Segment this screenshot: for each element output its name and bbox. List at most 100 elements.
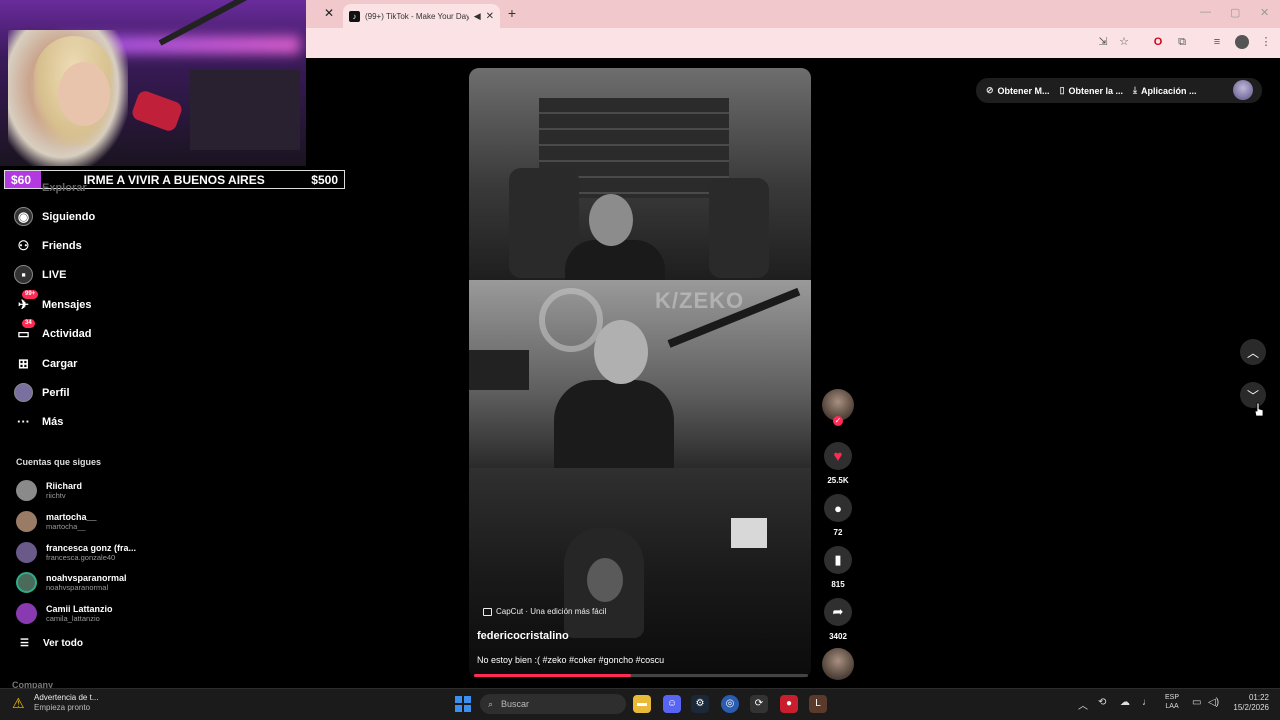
tray-sync-icon[interactable]: ⟲: [1098, 697, 1106, 708]
sidebar-item-cargar[interactable]: ⊞ Cargar: [14, 354, 77, 373]
app-icon[interactable]: ⟳: [750, 695, 768, 713]
comment-button[interactable]: ●: [824, 494, 852, 522]
get-app-button[interactable]: ▯ Obtener la ...: [1060, 85, 1123, 96]
sidebar-item-siguiendo[interactable]: ◉ Siguiendo: [14, 207, 95, 226]
followed-account[interactable]: noahvsparanormal noahvsparanormal: [16, 572, 127, 593]
account-handle: riichtv: [46, 491, 66, 500]
language-indicator[interactable]: ESP LAA: [1165, 693, 1179, 711]
extensions-icon[interactable]: ⧉: [1175, 35, 1189, 49]
top-right-actions: ⊘ Obtener M... ▯ Obtener la ... ⤓ Aplicació…: [976, 78, 1262, 103]
media-icon[interactable]: ≡: [1210, 35, 1224, 49]
followed-account[interactable]: Riichard riichtv: [16, 480, 82, 501]
taskbar-search[interactable]: ⌕ Buscar: [480, 694, 626, 714]
person-body: [554, 380, 674, 468]
avatar: [16, 542, 37, 563]
minimize-icon[interactable]: —: [1200, 6, 1211, 18]
activity-badge: 34: [22, 319, 35, 328]
recorder-icon[interactable]: ●: [780, 695, 798, 713]
logo-watermark: [539, 288, 603, 352]
sidebar-item-explorar[interactable]: Explorar: [42, 182, 87, 194]
bookmark-icon: ▮: [834, 552, 842, 567]
account-name: noahvsparanormal: [46, 573, 127, 583]
speaker-icon[interactable]: ◀: [474, 11, 481, 22]
tray-mic-icon[interactable]: ♩: [1142, 697, 1152, 708]
like-button[interactable]: ♥: [824, 442, 852, 470]
person-head: [589, 194, 633, 246]
followed-account[interactable]: francesca gonz (fra... francesca.gonzale4…: [16, 542, 136, 563]
weather-alert-widget[interactable]: ⚠ Advertencia de t... Empieza pronto: [12, 693, 98, 713]
person-face: [587, 558, 623, 602]
followed-account[interactable]: martocha__ martocha__: [16, 511, 97, 532]
person-head: [594, 320, 648, 384]
tab-close-icon[interactable]: ✕: [486, 11, 494, 22]
upload-icon: ⊞: [18, 355, 29, 371]
followed-account[interactable]: Camii Lattanzio camila_lattanzio: [16, 603, 113, 624]
account-handle: martocha__: [46, 522, 86, 531]
tray-volume-icon[interactable]: ◁): [1208, 697, 1219, 708]
microphone: [130, 89, 184, 133]
video-panel-top: [469, 68, 811, 280]
discord-icon[interactable]: ☺: [663, 695, 681, 713]
tray-chevron-icon[interactable]: ︿: [1078, 697, 1088, 712]
hand-cursor-icon: [1254, 402, 1264, 417]
alert-title: Advertencia de t...: [34, 693, 99, 702]
taskbar-clock[interactable]: 01:22 15/2/2026: [1225, 693, 1269, 713]
chrome-icon[interactable]: ◎: [721, 695, 739, 713]
file-explorer-icon[interactable]: ▬: [633, 695, 651, 713]
video-author[interactable]: federicocristalino: [477, 630, 569, 642]
windows-start-icon[interactable]: [455, 696, 471, 712]
get-coins-button[interactable]: ⊘ Obtener M...: [986, 85, 1050, 96]
maximize-icon[interactable]: ▢: [1230, 6, 1240, 19]
bookmark-star-icon[interactable]: ☆: [1117, 35, 1131, 49]
profile-avatar-icon[interactable]: [1235, 35, 1249, 49]
account-handle: francesca.gonzale40: [46, 553, 116, 562]
goal-current: $60: [5, 171, 41, 188]
streamer-face: [58, 62, 110, 126]
avatar: [16, 480, 37, 501]
account-name: Camii Lattanzio: [46, 604, 113, 614]
tray-display-icon[interactable]: ▭: [1192, 697, 1201, 708]
desk: [469, 350, 529, 390]
avatar: [16, 603, 37, 624]
see-all-button[interactable]: ☰ Ver todo: [20, 638, 83, 649]
sidebar-item-label: Mensajes: [42, 298, 92, 311]
video-progress-bar[interactable]: [474, 674, 808, 677]
sidebar-item-label: Actividad: [42, 327, 92, 340]
sidebar-item-label: Más: [42, 415, 64, 428]
capcut-tag[interactable]: CapCut · Una edición más fácil: [483, 607, 606, 616]
following-accounts-heading: Cuentas que sigues: [16, 457, 102, 467]
alert-subtitle: Empieza pronto: [34, 703, 91, 712]
close-icon[interactable]: ✕: [322, 6, 336, 20]
sidebar-item-mas[interactable]: ··· Más: [14, 412, 63, 431]
sidebar-item-friends[interactable]: ⚇ Friends: [14, 236, 82, 255]
user-avatar[interactable]: [1233, 80, 1253, 100]
desktop-app-button[interactable]: ⤓ Aplicación ...: [1133, 85, 1197, 96]
sidebar-item-mensajes[interactable]: ✈ 99+ Mensajes: [14, 290, 92, 314]
save-button[interactable]: ▮: [824, 546, 852, 574]
sidebar-item-perfil[interactable]: Perfil: [14, 383, 70, 402]
chevron-down-icon: ﹀: [1246, 388, 1259, 403]
messages-icon: ✈ 99+: [14, 290, 39, 314]
league-icon[interactable]: L: [809, 695, 827, 713]
share-button[interactable]: ➦: [824, 598, 852, 626]
previous-video-button[interactable]: ︿: [1240, 339, 1266, 365]
new-tab-button[interactable]: +: [505, 5, 519, 21]
tray-network-icon[interactable]: ☁: [1120, 697, 1130, 708]
like-count: 25.5K: [827, 476, 849, 485]
account-name: Riichard: [46, 481, 83, 491]
opera-icon[interactable]: O: [1151, 35, 1165, 49]
tab-title: (99+) TikTok - Make Your Day: [364, 11, 469, 21]
menu-kebab-icon[interactable]: ⋮: [1259, 35, 1273, 49]
install-app-icon[interactable]: ⇲: [1096, 35, 1110, 49]
sidebar-item-actividad[interactable]: ▭ 34 Actividad: [14, 319, 92, 343]
person-body: [565, 240, 665, 280]
follow-plus-icon[interactable]: ✓: [833, 416, 843, 426]
sidebar-item-label: Cargar: [42, 357, 78, 370]
browser-tab-active[interactable]: ♪ (99+) TikTok - Make Your Day ◀ ✕: [343, 4, 500, 28]
download-icon: ⤓: [1133, 85, 1138, 95]
sound-avatar[interactable]: [822, 648, 854, 680]
steam-icon[interactable]: ⚙: [691, 695, 709, 713]
video-player[interactable]: K/ZEKO: [469, 68, 811, 678]
sidebar-item-live[interactable]: ▪ LIVE: [14, 265, 66, 284]
window-close-icon[interactable]: ✕: [1260, 6, 1269, 19]
